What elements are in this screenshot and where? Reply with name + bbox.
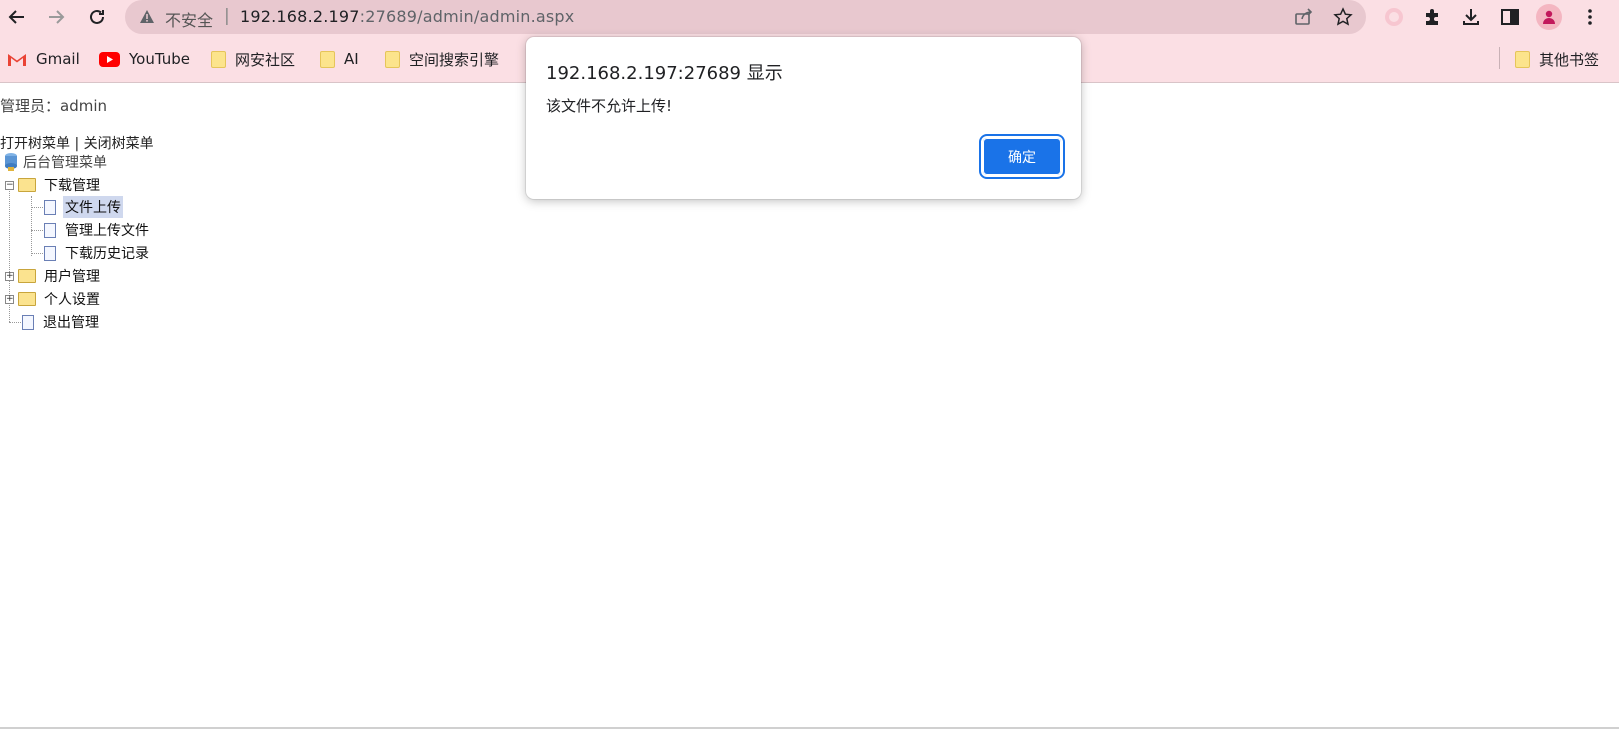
download-icon[interactable] — [1458, 4, 1484, 30]
bookmark-folder-ai[interactable]: AI — [320, 48, 359, 70]
tree-node-label: 文件上传 — [63, 196, 123, 218]
extensions-puzzle-icon[interactable] — [1419, 4, 1445, 30]
tree-line — [31, 196, 32, 256]
tree-line — [31, 230, 43, 231]
bookmark-label: 其他书签 — [1539, 50, 1600, 69]
tree-node-manage-uploads[interactable]: 管理上传文件 — [44, 219, 151, 241]
url-text[interactable]: 192.168.2.197:27689/admin/admin.aspx — [240, 7, 574, 26]
menu-kebab-icon[interactable] — [1577, 4, 1603, 30]
address-bar[interactable]: 不安全 | 192.168.2.197:27689/admin/admin.as… — [125, 0, 1366, 34]
url-host: 192.168.2.197 — [240, 7, 360, 26]
document-icon — [44, 222, 56, 238]
back-button[interactable] — [4, 4, 30, 30]
dialog-title: 192.168.2.197:27689 显示 — [546, 63, 783, 84]
url-path: :27689/admin/admin.aspx — [359, 7, 575, 26]
close-tree-link[interactable]: 关闭树菜单 — [84, 136, 154, 152]
tree-node-label: 退出管理 — [43, 315, 99, 331]
reload-icon — [90, 9, 104, 24]
browser-toolbar: 不安全 | 192.168.2.197:27689/admin/admin.as… — [0, 0, 1619, 34]
tree-node-label: 用户管理 — [44, 269, 100, 285]
tree-node-label: 下载历史记录 — [65, 246, 149, 262]
expand-icon[interactable]: + — [5, 294, 14, 304]
bookmark-folder-search-engine[interactable]: 空间搜索引擎 — [385, 48, 499, 70]
collapse-icon[interactable]: − — [5, 180, 14, 190]
extension-circle-icon[interactable] — [1381, 4, 1407, 30]
folder-icon — [211, 50, 226, 68]
tree-node-download-history[interactable]: 下载历史记录 — [44, 242, 151, 264]
admin-user-label: 管理员：admin — [0, 97, 107, 115]
tree-controls: 打开树菜单 | 关闭树菜单 — [0, 133, 154, 153]
expand-icon[interactable]: + — [5, 271, 14, 281]
folder-icon — [18, 269, 36, 283]
avatar-icon — [1536, 4, 1562, 30]
ok-button[interactable]: 确定 — [979, 134, 1065, 179]
warning-icon — [139, 9, 155, 28]
tree-controls-separator: | — [74, 136, 80, 152]
bookmarks-divider — [1499, 47, 1500, 69]
bookmark-label: YouTube — [129, 50, 190, 68]
bookmark-youtube[interactable]: YouTube — [99, 48, 190, 70]
bookmark-label: AI — [344, 50, 359, 68]
tree-node-users[interactable]: + 用户管理 — [5, 265, 102, 287]
star-icon[interactable] — [1332, 6, 1354, 28]
tree-line — [31, 207, 43, 208]
tree-node-download[interactable]: − 下载管理 — [5, 174, 102, 196]
document-icon — [22, 314, 34, 330]
tree-node-label: 下载管理 — [44, 178, 100, 194]
tree-line — [31, 253, 43, 254]
bookmark-gmail[interactable]: Gmail — [7, 48, 80, 70]
folder-open-icon — [18, 178, 36, 192]
tree-root: 后台管理菜单 — [3, 151, 107, 173]
tree-node-label: 管理上传文件 — [65, 223, 149, 239]
bookmark-label: Gmail — [36, 50, 80, 68]
server-icon — [3, 152, 19, 172]
tree-node-label: 个人设置 — [44, 292, 100, 308]
security-label[interactable]: 不安全 — [165, 7, 213, 31]
folder-icon — [385, 50, 400, 68]
folder-icon — [320, 50, 335, 68]
youtube-icon — [99, 51, 120, 67]
tree-line — [9, 322, 21, 323]
tree-node-logout[interactable]: 退出管理 — [22, 311, 101, 333]
bookmark-label: 网安社区 — [235, 50, 296, 69]
profile-avatar[interactable] — [1536, 4, 1562, 30]
alert-dialog: 192.168.2.197:27689 显示 该文件不允许上传! 确定 — [526, 37, 1081, 199]
share-icon[interactable] — [1293, 6, 1315, 28]
reload-button[interactable] — [84, 4, 110, 30]
tree-node-file-upload[interactable]: 文件上传 — [44, 196, 123, 218]
folder-icon — [18, 292, 36, 306]
document-icon — [44, 245, 56, 261]
forward-arrow-icon — [49, 10, 65, 24]
side-panel-icon[interactable] — [1497, 4, 1523, 30]
document-icon — [44, 199, 56, 215]
bookmark-folder-wangan[interactable]: 网安社区 — [211, 48, 295, 70]
gmail-icon — [7, 52, 27, 67]
folder-icon — [1515, 50, 1530, 68]
tree-root-label: 后台管理菜单 — [23, 155, 107, 171]
open-tree-link[interactable]: 打开树菜单 — [0, 136, 70, 152]
dialog-message: 该文件不允许上传! — [546, 97, 673, 115]
forward-button[interactable] — [43, 4, 69, 30]
omnibox-divider: | — [224, 6, 230, 26]
back-arrow-icon — [8, 10, 24, 24]
tree-node-personal[interactable]: + 个人设置 — [5, 288, 102, 310]
bookmark-label: 空间搜索引擎 — [409, 50, 500, 69]
bookmark-other-folder[interactable]: 其他书签 — [1515, 48, 1599, 70]
